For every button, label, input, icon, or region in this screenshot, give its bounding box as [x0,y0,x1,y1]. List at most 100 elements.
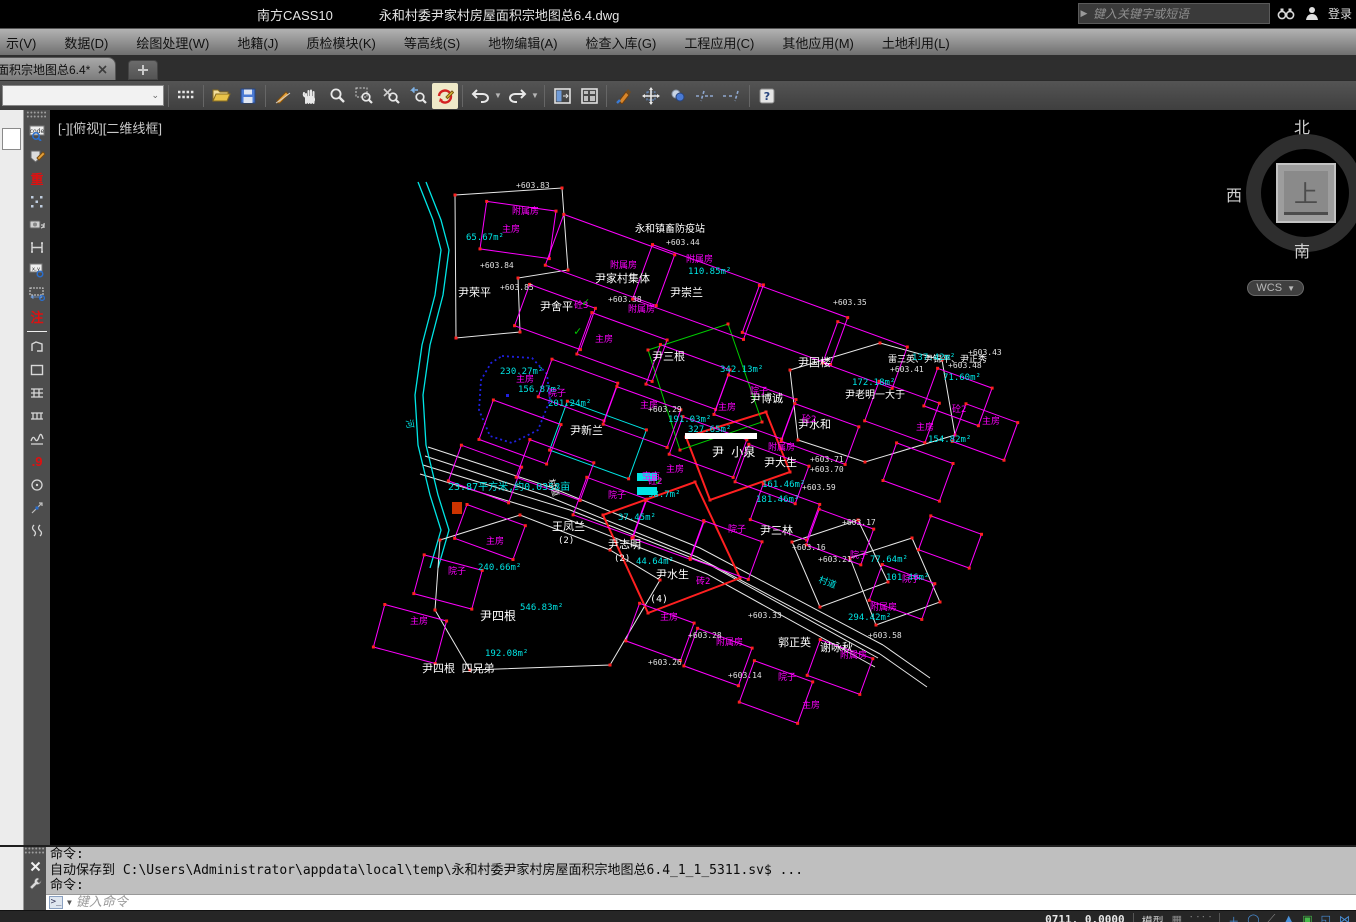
toolbar-grip[interactable]: •••••••••••• [27,112,48,120]
zoom-scale-button[interactable] [378,83,404,109]
wcs-dropdown[interactable]: WCS ▼ [1247,280,1304,296]
undo-dropdown-icon[interactable]: ▼ [494,91,503,100]
osnap-icon[interactable]: ▲ [1283,913,1294,922]
menu-其他应用[interactable]: 其他应用(M) [768,29,868,55]
move-button[interactable] [638,83,664,109]
viewcube-north[interactable]: 北 [1294,114,1310,138]
xy-locate-icon[interactable]: x,y [26,260,48,281]
svg-text:尹三根: 尹三根 [652,349,685,363]
viewcube-west[interactable]: 西 [1226,182,1242,206]
polar-tracking-icon[interactable]: ⟋ [1268,913,1276,922]
table-columns-icon[interactable] [26,405,48,426]
search-collapse-icon[interactable]: ▶ [1079,8,1089,19]
break-line-button[interactable] [692,83,718,109]
viewport-controls[interactable]: [-][俯视][二维线框] [58,118,162,137]
copy-circle-button[interactable] [665,83,691,109]
rectangle-tool-icon[interactable] [26,359,48,380]
redraw-button[interactable] [432,83,458,109]
viewcube-top-label[interactable]: 上 [1284,171,1328,215]
linetype-button[interactable] [173,83,199,109]
dimension-icon[interactable] [26,283,48,304]
user-icon[interactable] [1302,4,1322,24]
view-cube[interactable]: 北 西 南 东 上 [1232,116,1356,281]
svg-text:主房: 主房 [666,463,684,475]
zoom-button[interactable] [324,83,350,109]
sketch-button[interactable] [270,83,296,109]
login-button[interactable]: 登录 [1328,5,1352,22]
viewcube-face[interactable]: 上 [1276,163,1336,223]
h-bar-icon[interactable] [26,237,48,258]
zhong-tool-icon[interactable]: 重 [26,168,48,189]
menu-示[interactable]: 示(V) [0,29,50,55]
grid-icon[interactable]: ▦ [1172,913,1182,922]
redo-button[interactable] [504,83,530,109]
tab-close-icon[interactable] [98,65,107,74]
svg-text:附属房: 附属房 [870,601,897,613]
command-close-icon[interactable] [30,861,41,872]
menu-数据[interactable]: 数据(D) [50,29,122,55]
menu-土地利用[interactable]: 土地利用(L) [868,29,964,55]
redo-dropdown-icon[interactable]: ▼ [531,91,540,100]
menu-工程应用[interactable]: 工程应用(C) [670,29,768,55]
zoom-window-button[interactable] [351,83,377,109]
command-dropdown-icon[interactable]: ▼ [67,898,72,907]
menu-绘图处理[interactable]: 绘图处理(W) [122,29,223,55]
new-tab-button[interactable] [128,60,158,80]
svg-text:主房: 主房 [660,611,678,623]
save-button[interactable] [235,83,261,109]
code-search-icon[interactable]: code [26,122,48,143]
svg-text:154.82m²: 154.82m² [928,435,971,445]
status-bar: 0711, 0.0000 模型 ▦ ⸬ ⸬ ＋ ◯ ⟋ ▲ ▣ ◱ ⋈ [0,910,1356,922]
binoculars-icon[interactable] [1276,4,1296,24]
coordinates-display: 0711, 0.0000 [1045,913,1124,922]
join-line-button[interactable] [719,83,745,109]
dots-grid-icon[interactable] [26,191,48,212]
selection-cycling-icon[interactable]: ⋈ [1339,913,1350,922]
svg-text:村道: 村道 [817,574,838,591]
layer-combobox[interactable]: ⌄ [2,85,164,106]
pan-button[interactable] [297,83,323,109]
decimal-9-icon[interactable]: .9 [26,451,48,472]
drawing-canvas[interactable]: ✓✓✓永和镇畜防疫站尹家村集体尹崇兰尹荣平尹舍平尹三根尹国楼尹博诚尹老明一大于雷… [50,110,1356,845]
endpoint-line-icon[interactable] [26,497,48,518]
menu-地物编辑[interactable]: 地物编辑(A) [474,29,571,55]
camera-rotate-icon[interactable] [26,214,48,235]
model-space-button[interactable]: 模型 [1142,913,1164,922]
ortho-icon[interactable]: ◯ [1247,913,1259,922]
undo-button[interactable] [467,83,493,109]
open-button[interactable] [208,83,234,109]
stamp-edit-icon[interactable] [26,145,48,166]
command-input[interactable] [76,895,1356,910]
zhu-annotate-icon[interactable]: 注 [26,306,48,327]
double-wave-icon[interactable] [26,520,48,541]
palette-field[interactable] [2,128,21,150]
polygon-tool-icon[interactable] [26,336,48,357]
snap-dots-icon[interactable]: ⸬ ⸬ [1190,913,1211,922]
table-rows-icon[interactable] [26,382,48,403]
docked-palette-edge[interactable] [0,110,24,845]
dynamic-input-icon[interactable]: ＋ [1228,913,1239,922]
menu-等高线[interactable]: 等高线(S) [390,29,474,55]
menu-质检模块[interactable]: 质检模块(K) [293,29,390,55]
file-tab-active[interactable]: 面积宗地图总6.4* [0,57,116,80]
command-history[interactable]: 命令: 自动保存到 C:\Users\Administrator\appdata… [46,847,1356,910]
command-prompt-icon[interactable]: >_ [49,896,63,909]
search-input[interactable] [1089,4,1269,23]
zoom-previous-button[interactable] [405,83,431,109]
squiggle-tool-icon[interactable] [26,428,48,449]
command-grip[interactable]: •••••••••••• [25,848,46,856]
command-settings-wrench-icon[interactable] [29,877,42,890]
help-button[interactable]: ? [754,83,780,109]
menu-检查入库[interactable]: 检查入库(G) [572,29,671,55]
properties-panel-button[interactable] [549,83,575,109]
circle-tool-icon[interactable] [26,474,48,495]
menu-地籍[interactable]: 地籍(J) [223,29,292,55]
command-input-row[interactable]: >_ ▼ [46,894,1356,911]
command-line-1: 自动保存到 C:\Users\Administrator\appdata\loc… [46,863,1356,879]
match-properties-button[interactable] [611,83,637,109]
transparency-icon[interactable]: ◱ [1321,913,1331,922]
lineweight-icon[interactable]: ▣ [1302,913,1312,922]
viewcube-south[interactable]: 南 [1294,238,1310,262]
map-svg[interactable]: ✓✓✓永和镇畜防疫站尹家村集体尹崇兰尹荣平尹舍平尹三根尹国楼尹博诚尹老明一大于雷… [50,110,1356,845]
panel-grid-button[interactable] [576,83,602,109]
